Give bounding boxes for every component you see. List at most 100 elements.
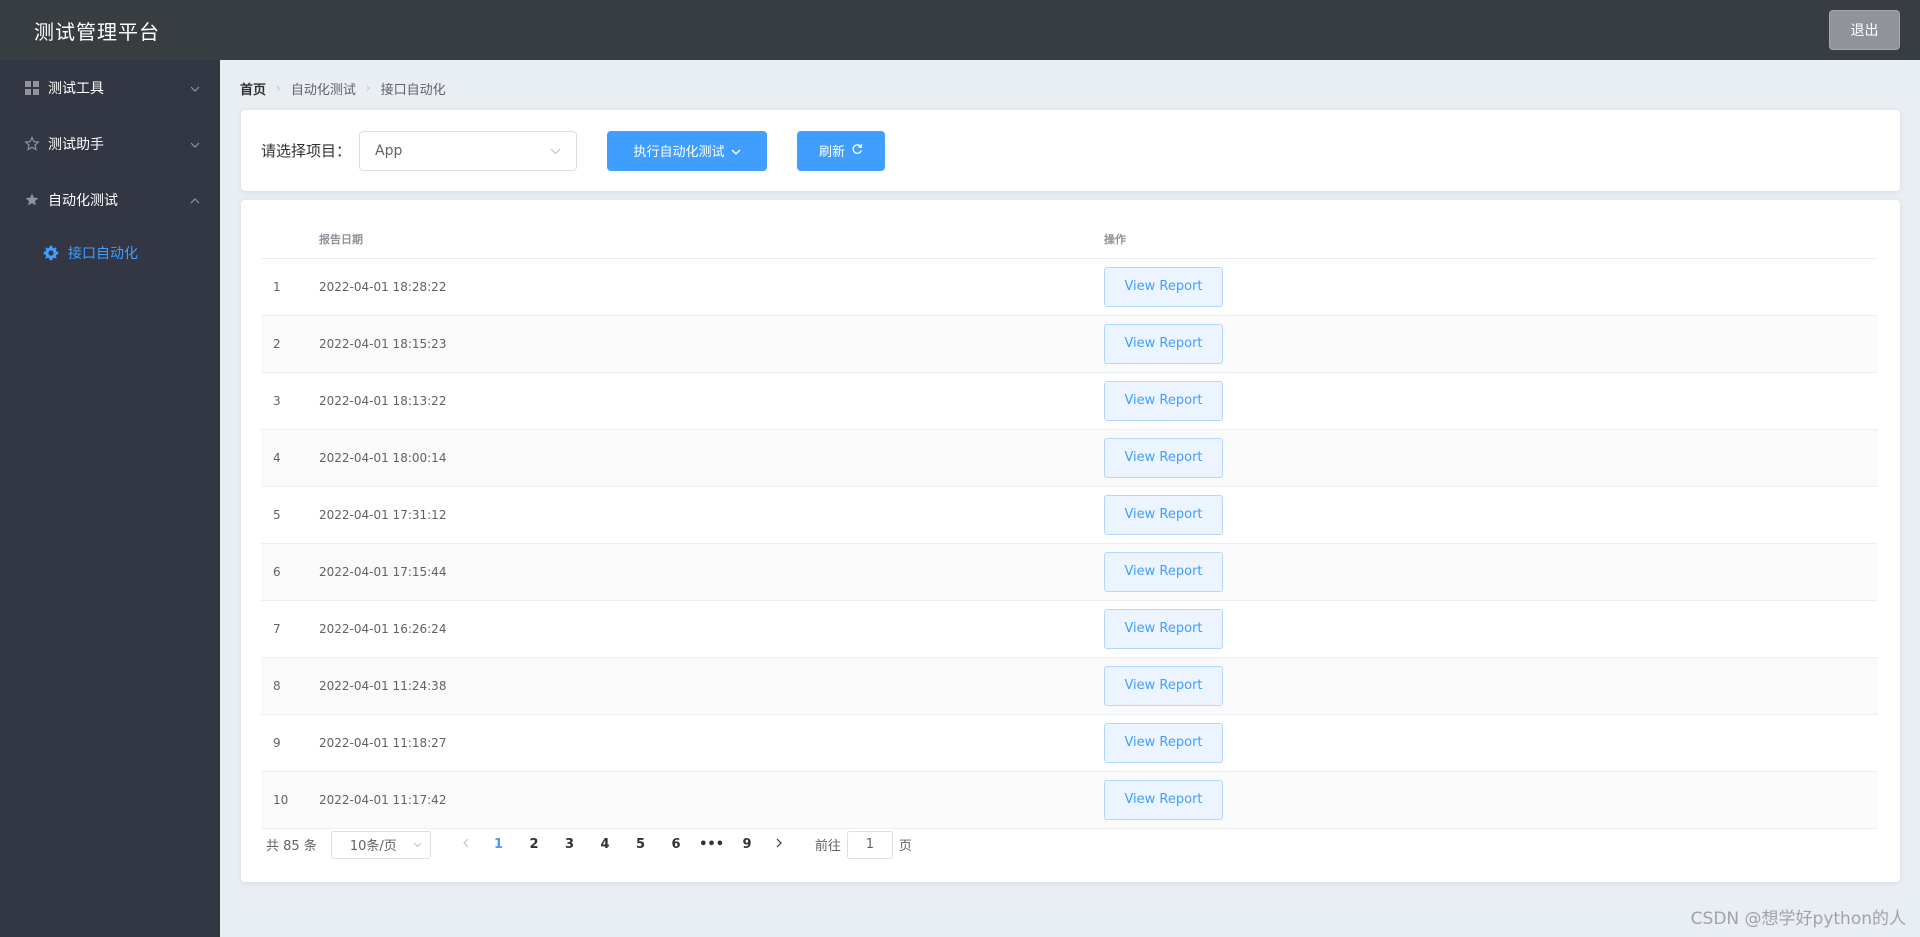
report-date: 2022-04-01 18:13:22 — [319, 372, 1104, 430]
star-filled-icon — [24, 192, 40, 208]
report-date: 2022-04-01 11:17:42 — [319, 771, 1104, 829]
page-size-value: 10条/页 — [349, 839, 397, 854]
page-number[interactable]: 2 — [516, 837, 552, 852]
more-pages-ellipsis[interactable]: ••• — [694, 837, 730, 852]
row-index: 6 — [261, 543, 319, 601]
main-content: 首页 › 自动化测试 › 接口自动化 请选择项目： App 执行自动化测试 刷新 — [220, 60, 1920, 937]
report-table: 报告日期 操作 1 2022-04-01 18:28:22 View Repor… — [261, 220, 1878, 829]
page-number[interactable]: 5 — [623, 837, 659, 852]
table-row: 4 2022-04-01 18:00:14 View Report — [261, 429, 1878, 487]
view-report-button[interactable]: View Report — [1104, 551, 1223, 592]
star-outline-icon — [24, 136, 40, 152]
row-index: 7 — [261, 600, 319, 658]
view-report-button[interactable]: View Report — [1104, 380, 1223, 421]
toolbar-card: 请选择项目： App 执行自动化测试 刷新 — [241, 110, 1900, 191]
chevron-down-icon — [190, 81, 200, 95]
report-date: 2022-04-01 11:24:38 — [319, 657, 1104, 715]
table-row: 9 2022-04-01 11:18:27 View Report — [261, 714, 1878, 772]
table-row: 7 2022-04-01 16:26:24 View Report — [261, 600, 1878, 658]
breadcrumb-home[interactable]: 首页 — [240, 79, 266, 98]
chevron-down-icon — [190, 137, 200, 151]
project-select-label: 请选择项目： — [261, 142, 352, 160]
page-number[interactable]: 3 — [552, 837, 588, 852]
watermark: CSDN @想学好python的人 — [1690, 909, 1906, 929]
top-header: 测试管理平台 退出 — [0, 0, 1920, 60]
table-row: 10 2022-04-01 11:17:42 View Report — [261, 771, 1878, 829]
row-index: 1 — [261, 258, 319, 316]
project-select-value: App — [375, 142, 403, 159]
table-row: 2 2022-04-01 18:15:23 View Report — [261, 315, 1878, 373]
sidebar-menu-test-tools[interactable]: 测试工具 — [0, 60, 220, 116]
page-size-select[interactable]: 10条/页 — [330, 830, 431, 859]
view-report-button[interactable]: View Report — [1104, 437, 1223, 478]
column-header-action: 操作 — [1104, 220, 1878, 259]
page-jumper: 前往 1 页 — [814, 830, 912, 859]
breadcrumb-current: 接口自动化 — [380, 82, 446, 98]
report-date: 2022-04-01 18:28:22 — [319, 258, 1104, 316]
sidebar-menu-label: 测试工具 — [48, 81, 104, 97]
refresh-button[interactable]: 刷新 — [797, 130, 886, 171]
project-select[interactable]: App — [359, 130, 578, 171]
view-report-button[interactable]: View Report — [1104, 494, 1223, 535]
table-row: 5 2022-04-01 17:31:12 View Report — [261, 486, 1878, 544]
goto-prefix: 前往 — [814, 839, 841, 854]
row-index: 8 — [261, 657, 319, 715]
table-row: 3 2022-04-01 18:13:22 View Report — [261, 372, 1878, 430]
column-header-date: 报告日期 — [319, 220, 1104, 259]
row-index: 4 — [261, 429, 319, 487]
table-row: 6 2022-04-01 17:15:44 View Report — [261, 543, 1878, 601]
sidebar-item-label: 接口自动化 — [68, 246, 138, 262]
sidebar-menu-label: 测试助手 — [48, 137, 104, 153]
pagination: 共 85 条 10条/页 1 2 3 4 5 6 ••• 9 前往 1 页 — [261, 829, 1880, 861]
page-number[interactable]: 6 — [658, 837, 694, 852]
sidebar-item-api-automation[interactable]: 接口自动化 — [0, 228, 220, 278]
execute-automation-dropdown-button[interactable]: 执行自动化测试 — [607, 130, 768, 171]
chevron-down-icon — [550, 144, 561, 158]
report-date: 2022-04-01 18:00:14 — [319, 429, 1104, 487]
execute-button-label: 执行自动化测试 — [633, 145, 725, 160]
chevron-right-icon: › — [365, 81, 371, 95]
sidebar-menu-automation[interactable]: 自动化测试 — [0, 172, 220, 228]
refresh-button-label: 刷新 — [819, 145, 846, 160]
page-number[interactable]: 9 — [729, 837, 765, 852]
view-report-button[interactable]: View Report — [1104, 266, 1223, 307]
goto-suffix: 页 — [898, 839, 912, 854]
report-date: 2022-04-01 11:18:27 — [319, 714, 1104, 772]
sidebar: 测试工具 测试助手 自动化测试 接口自动化 — [0, 60, 220, 937]
logout-button[interactable]: 退出 — [1829, 10, 1900, 50]
row-index: 5 — [261, 486, 319, 544]
goto-page-input[interactable]: 1 — [846, 830, 893, 859]
chevron-right-icon: › — [276, 81, 281, 95]
report-date: 2022-04-01 18:15:23 — [319, 315, 1104, 373]
view-report-button[interactable]: View Report — [1104, 608, 1223, 649]
row-index: 3 — [261, 372, 319, 430]
page-number[interactable]: 4 — [587, 837, 623, 852]
view-report-button[interactable]: View Report — [1104, 323, 1223, 364]
refresh-icon — [851, 143, 863, 158]
row-index: 9 — [261, 714, 319, 772]
sidebar-menu-label: 自动化测试 — [48, 193, 118, 209]
breadcrumb: 首页 › 自动化测试 › 接口自动化 — [240, 79, 1900, 98]
pagination-total: 共 85 条 — [266, 839, 317, 854]
table-header-row: 报告日期 操作 — [261, 220, 1878, 259]
row-index: 2 — [261, 315, 319, 373]
report-date: 2022-04-01 17:31:12 — [319, 486, 1104, 544]
view-report-button[interactable]: View Report — [1104, 665, 1223, 706]
view-report-button[interactable]: View Report — [1104, 722, 1223, 763]
report-date: 2022-04-01 17:15:44 — [319, 543, 1104, 601]
report-table-card: 报告日期 操作 1 2022-04-01 18:28:22 View Repor… — [241, 200, 1900, 882]
report-date: 2022-04-01 16:26:24 — [319, 600, 1104, 658]
chevron-down-icon — [731, 144, 741, 158]
prev-page-button[interactable] — [451, 837, 481, 852]
grid-icon — [24, 80, 40, 96]
page-number[interactable]: 1 — [481, 837, 517, 852]
chevron-down-icon — [413, 838, 422, 851]
view-report-button[interactable]: View Report — [1104, 779, 1223, 820]
next-page-button[interactable] — [765, 837, 795, 852]
table-row: 1 2022-04-01 18:28:22 View Report — [261, 258, 1878, 316]
table-row: 8 2022-04-01 11:24:38 View Report — [261, 657, 1878, 715]
breadcrumb-automation: 自动化测试 — [290, 82, 356, 98]
chevron-up-icon — [190, 193, 200, 207]
gear-icon — [42, 244, 60, 262]
sidebar-menu-test-assistant[interactable]: 测试助手 — [0, 116, 220, 172]
